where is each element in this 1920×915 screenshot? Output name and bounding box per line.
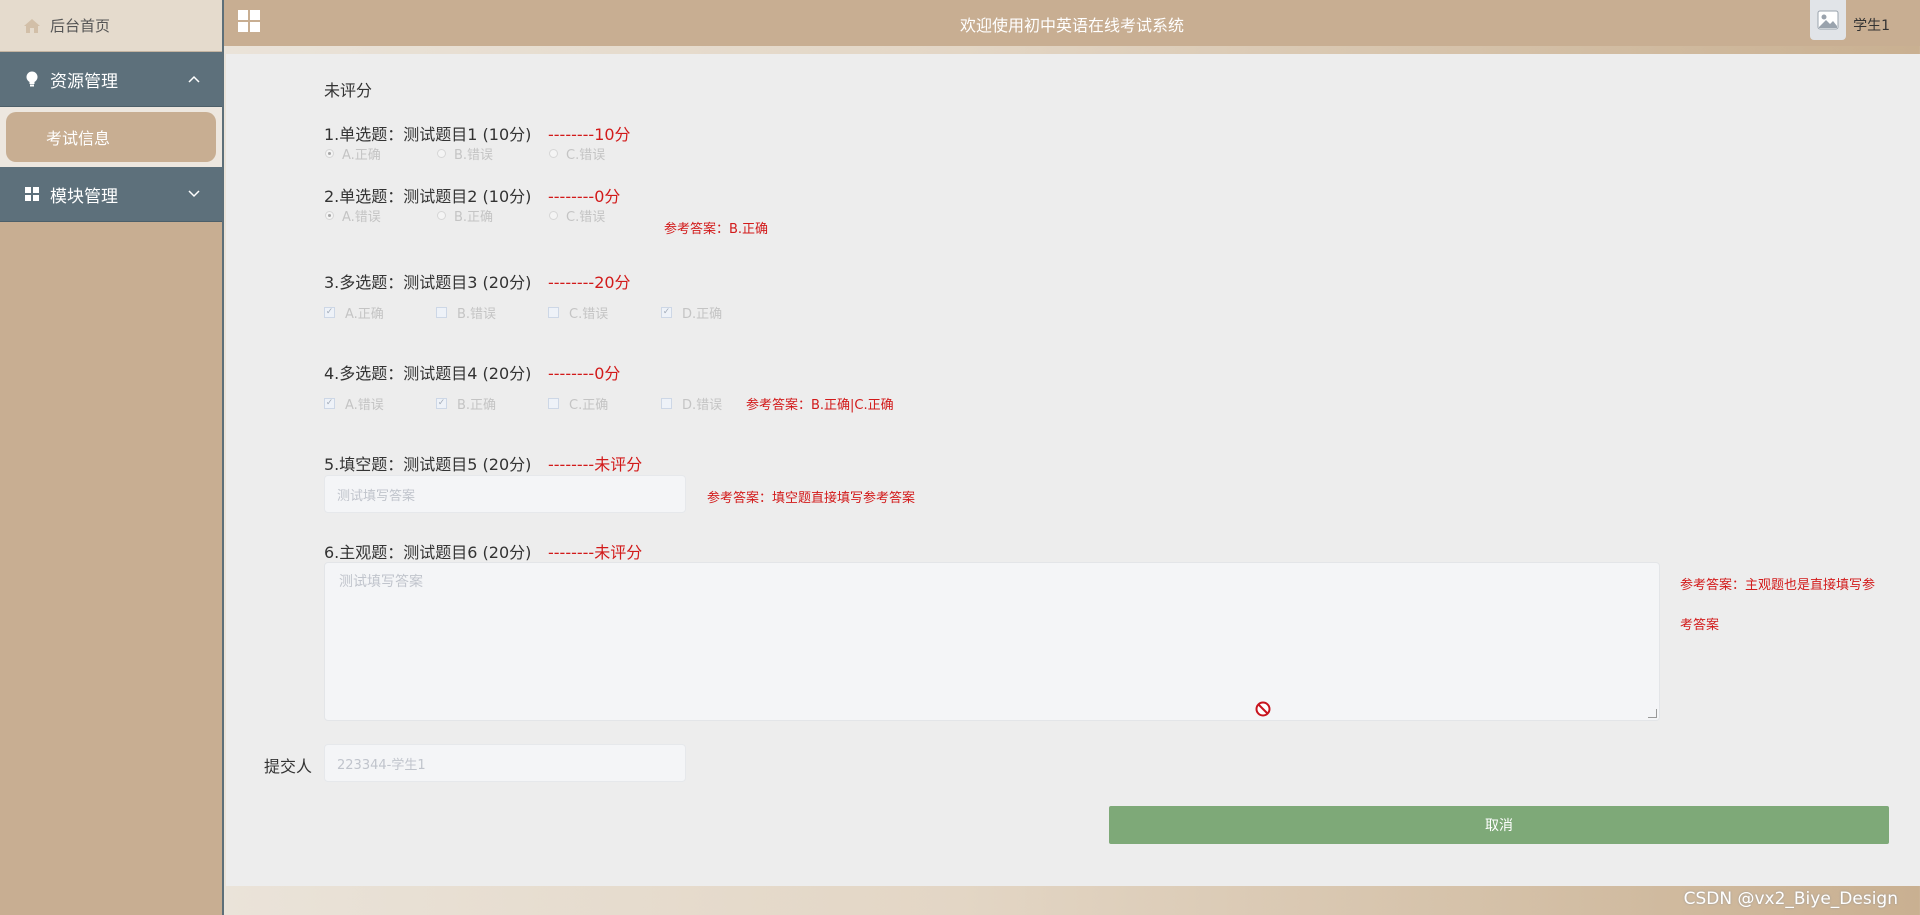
subjective-answer-textarea[interactable]: 测试填写答案 [324, 562, 1660, 721]
question-score: --------0分 [548, 364, 621, 383]
option-checkbox[interactable]: C.错误 [548, 303, 608, 322]
checkbox-icon [548, 307, 559, 318]
lightbulb-icon [24, 71, 40, 87]
sidebar-item-exam-info[interactable]: 考试信息 [6, 112, 216, 162]
chevron-down-icon [188, 187, 200, 201]
username[interactable]: 学生1 [1853, 15, 1890, 35]
question-title: 5.填空题：测试题目5 (20分) [324, 455, 532, 474]
not-allowed-icon [1255, 701, 1271, 717]
reference-answer: 参考答案：主观题也是直接填写参 [1680, 578, 1876, 593]
sidebar-group-label: 资源管理 [50, 71, 118, 92]
checkbox-icon [661, 398, 672, 409]
option-checkbox[interactable]: C.正确 [548, 394, 608, 413]
checkbox-checked-icon: ✓ [324, 398, 335, 409]
sidebar: 后台首页 资源管理 考试信息 模块管理 [0, 0, 224, 915]
question-score: --------未评分 [548, 543, 643, 562]
radio-checked-icon [325, 149, 334, 158]
answer-text: 测试填写答案 [339, 574, 423, 590]
sidebar-home-label: 后台首页 [50, 17, 111, 35]
question-score: --------0分 [548, 187, 621, 206]
reference-answer-continued: 考答案 [1680, 618, 1720, 633]
radio-checked-icon [325, 211, 334, 220]
option-radio[interactable]: B.正确 [437, 206, 493, 225]
radio-icon [437, 149, 446, 158]
submenu: 考试信息 [0, 107, 222, 167]
radio-icon [437, 211, 446, 220]
reference-answer: 参考答案：B.正确 [664, 222, 769, 237]
option-checkbox[interactable]: D.错误 [661, 394, 722, 413]
watermark: CSDN @vx2_Biye_Design [1683, 889, 1898, 909]
radio-icon [549, 149, 558, 158]
option-radio[interactable]: A.正确 [325, 144, 381, 163]
checkbox-checked-icon: ✓ [324, 307, 335, 318]
option-radio[interactable]: C.错误 [549, 144, 605, 163]
option-checkbox[interactable]: ✓ D.正确 [661, 303, 722, 322]
image-icon [1817, 10, 1839, 30]
option-checkbox[interactable]: ✓ B.正确 [436, 394, 496, 413]
cancel-button[interactable]: 取消 [1109, 806, 1889, 844]
fill-answer-input[interactable]: 测试填写答案 [324, 475, 686, 513]
sidebar-group-resources[interactable]: 资源管理 [0, 52, 222, 107]
chevron-up-icon [188, 72, 200, 86]
radio-icon [549, 211, 558, 220]
submitter-input[interactable]: 223344-学生1 [324, 744, 686, 782]
exam-detail-panel: 未评分 1.单选题：测试题目1 (10分) --------10分 A.正确 B… [226, 54, 1920, 886]
option-radio[interactable]: C.错误 [549, 206, 605, 225]
question-title: 4.多选题：测试题目4 (20分) [324, 364, 532, 383]
resize-handle[interactable] [1648, 709, 1657, 718]
question-score: --------未评分 [548, 455, 643, 474]
question-title: 3.多选题：测试题目3 (20分) [324, 273, 532, 292]
sidebar-group-modules[interactable]: 模块管理 [0, 167, 222, 222]
option-checkbox[interactable]: B.错误 [436, 303, 496, 322]
checkbox-checked-icon: ✓ [661, 307, 672, 318]
question-score: --------10分 [548, 125, 631, 144]
option-radio[interactable]: A.错误 [325, 206, 381, 225]
status-label: 未评分 [324, 81, 373, 100]
option-checkbox[interactable]: ✓ A.错误 [324, 394, 384, 413]
question-score: --------20分 [548, 273, 631, 292]
submitter-label: 提交人 [264, 757, 313, 776]
checkbox-checked-icon: ✓ [436, 398, 447, 409]
sidebar-group-label: 模块管理 [50, 186, 118, 207]
page-title: 欢迎使用初中英语在线考试系统 [959, 16, 1184, 35]
header: 欢迎使用初中英语在线考试系统 学生1 [224, 0, 1920, 46]
sidebar-item-home[interactable]: 后台首页 [0, 0, 222, 52]
question-title: 1.单选题：测试题目1 (10分) [324, 125, 532, 144]
reference-answer: 参考答案：填空题直接填写参考答案 [707, 491, 916, 506]
reference-answer: 参考答案：B.正确|C.正确 [746, 398, 894, 413]
option-checkbox[interactable]: ✓ A.正确 [324, 303, 384, 322]
checkbox-icon [436, 307, 447, 318]
avatar[interactable] [1810, 0, 1846, 40]
question-title: 6.主观题：测试题目6 (20分) [324, 543, 532, 562]
checkbox-icon [548, 398, 559, 409]
question-title: 2.单选题：测试题目2 (10分) [324, 187, 532, 206]
home-icon [24, 18, 40, 33]
option-radio[interactable]: B.错误 [437, 144, 493, 163]
grid-icon [24, 186, 40, 202]
